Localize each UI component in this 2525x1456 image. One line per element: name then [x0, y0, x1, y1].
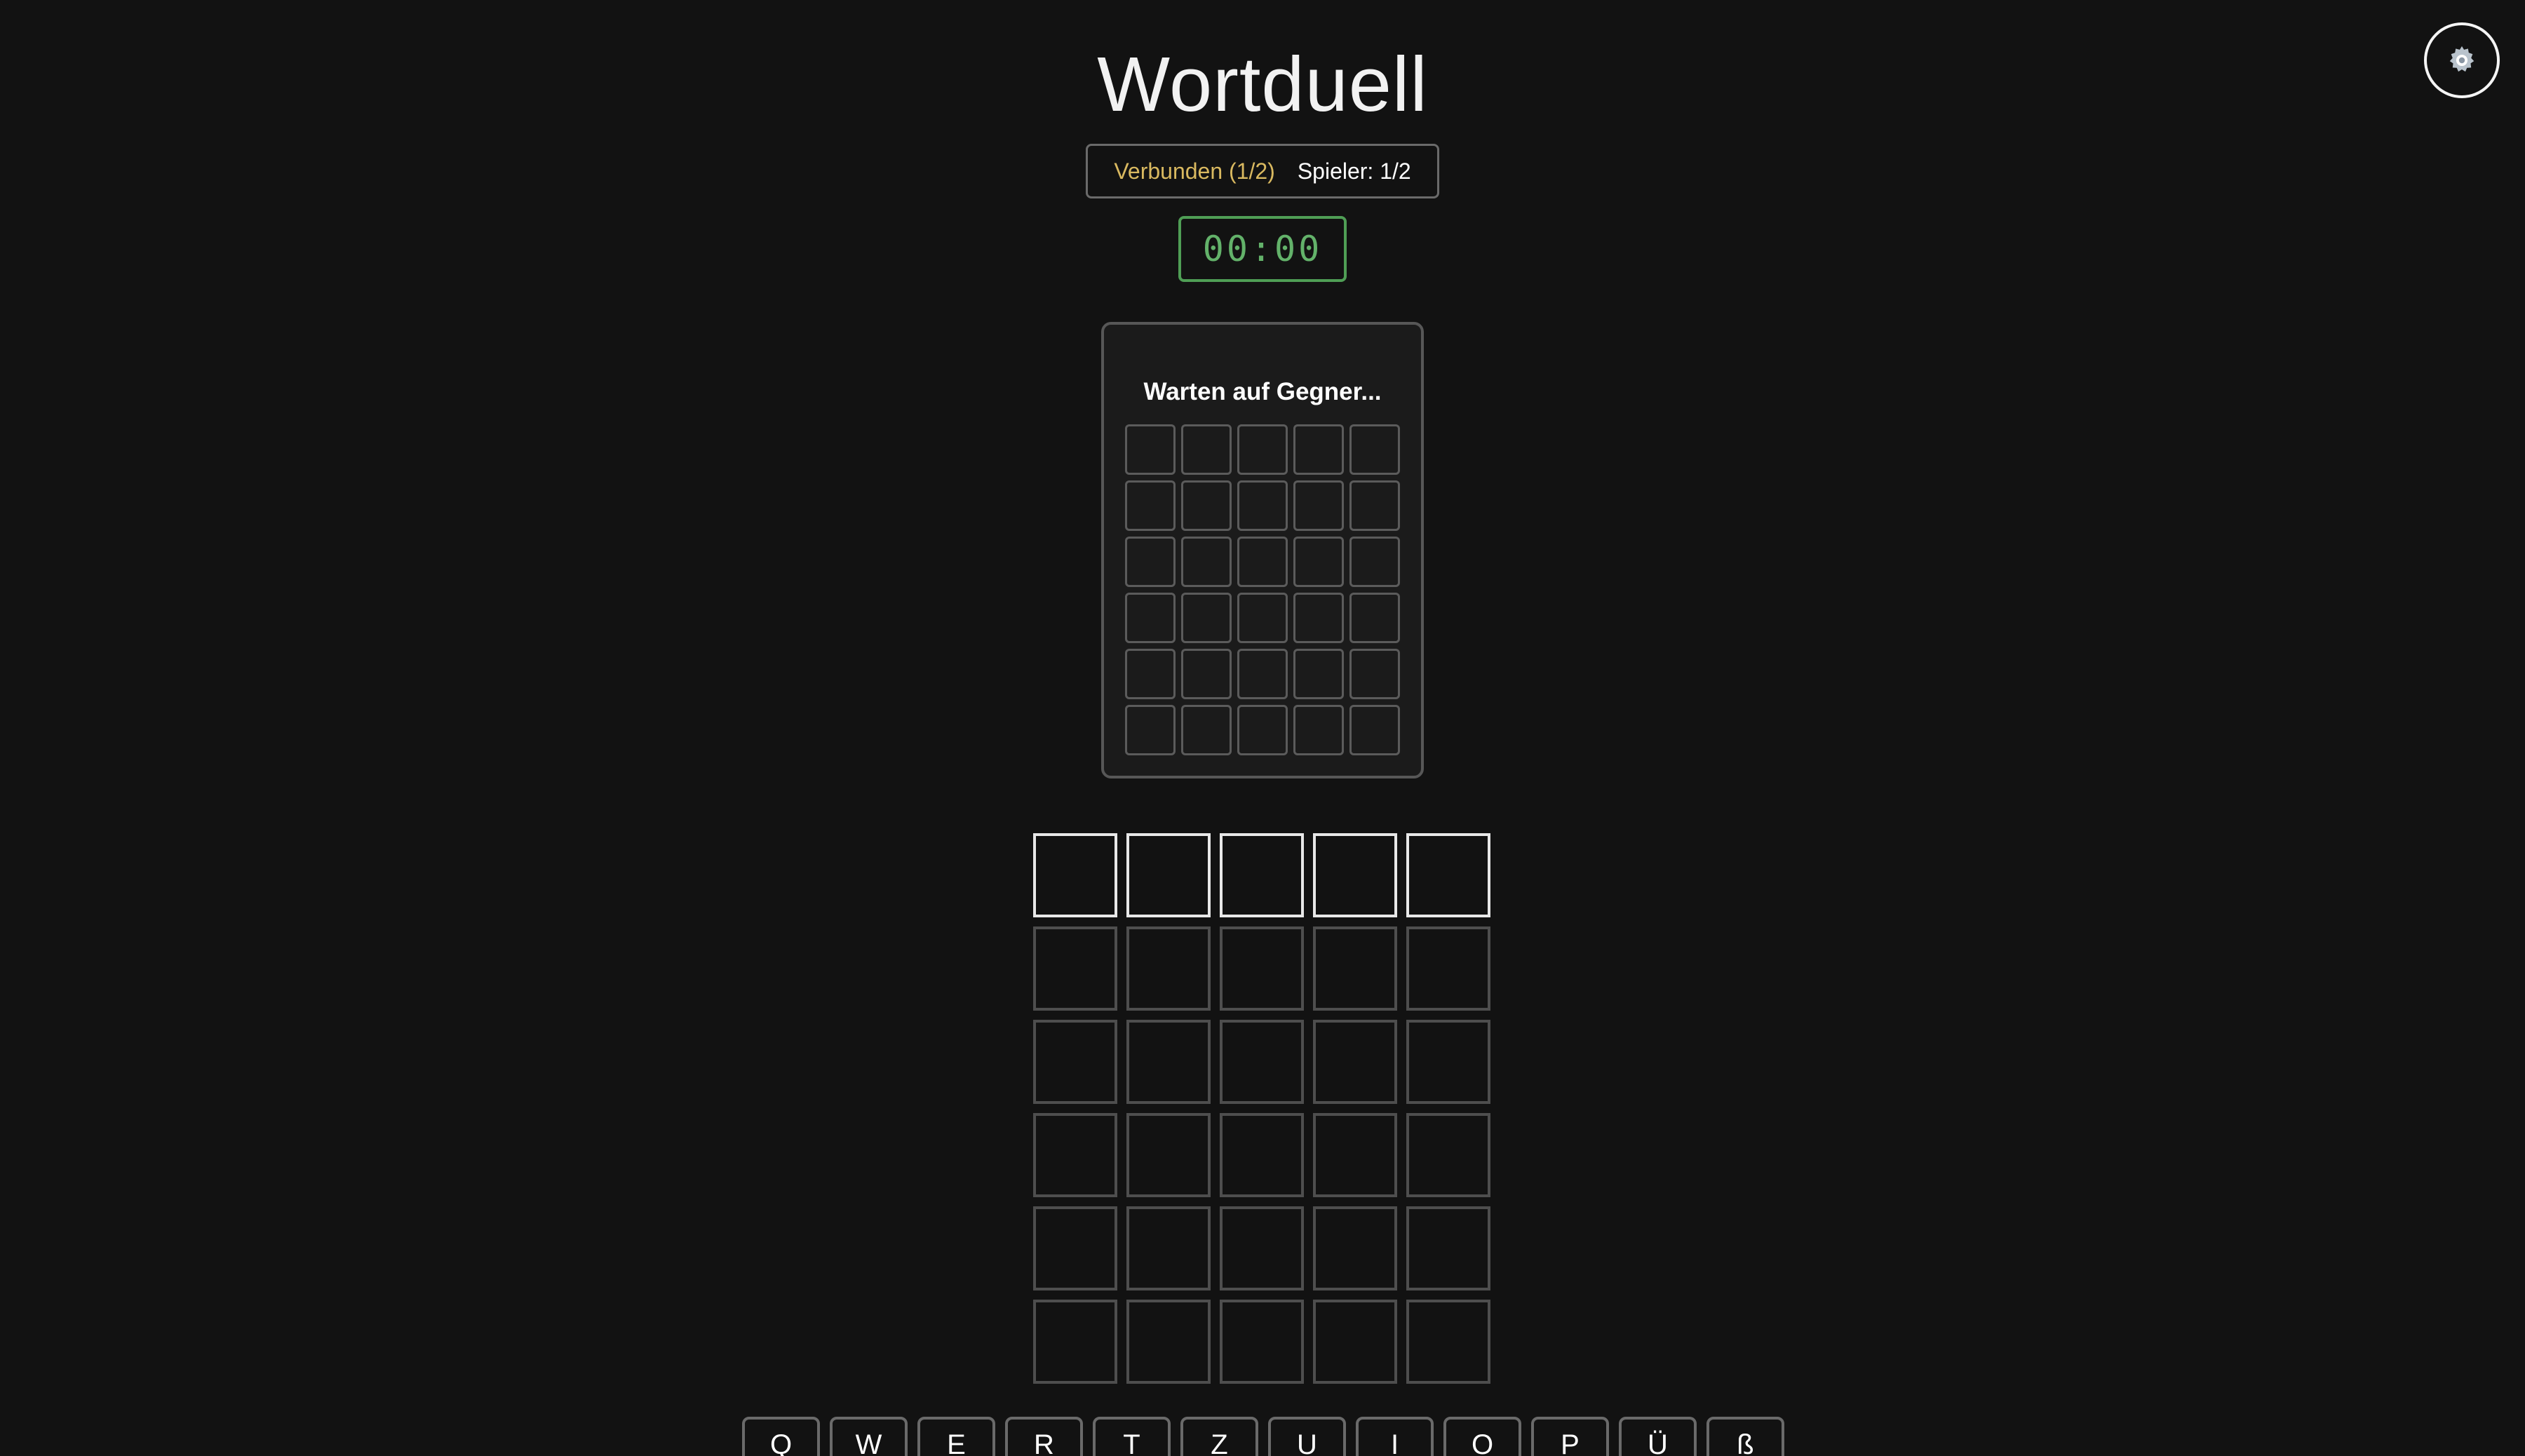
opponent-tile	[1293, 649, 1344, 699]
key-ü[interactable]: Ü	[1619, 1417, 1697, 1456]
key-z[interactable]: Z	[1180, 1417, 1258, 1456]
letter-tile	[1313, 1113, 1397, 1197]
letter-tile	[1126, 926, 1211, 1011]
letter-tile	[1406, 1206, 1490, 1290]
connection-status-bar: Verbunden (1/2) Spieler: 1/2	[1086, 144, 1439, 198]
opponent-tile	[1349, 649, 1400, 699]
key-t[interactable]: T	[1093, 1417, 1171, 1456]
guess-board	[1033, 833, 1490, 1384]
page-title: Wortduell	[1097, 41, 1428, 128]
opponent-tile	[1181, 593, 1232, 643]
player-count: Spieler: 1/2	[1297, 158, 1411, 184]
letter-tile	[1126, 1020, 1211, 1104]
opponent-tile	[1293, 424, 1344, 475]
opponent-tile	[1349, 480, 1400, 531]
letter-tile	[1406, 1113, 1490, 1197]
opponent-tile	[1125, 649, 1176, 699]
letter-tile	[1033, 1206, 1117, 1290]
letter-tile	[1033, 1113, 1117, 1197]
opponent-status-text: Warten auf Gegner...	[1143, 378, 1382, 405]
opponent-tile	[1349, 593, 1400, 643]
letter-tile	[1406, 926, 1490, 1011]
game-timer: 00:00	[1178, 216, 1347, 282]
opponent-tile	[1237, 705, 1288, 755]
settings-button[interactable]	[2424, 22, 2500, 98]
opponent-tile	[1237, 649, 1288, 699]
opponent-tile	[1349, 424, 1400, 475]
letter-tile	[1313, 833, 1397, 917]
opponent-tile	[1181, 537, 1232, 587]
letter-tile	[1313, 1020, 1397, 1104]
key-w[interactable]: W	[830, 1417, 908, 1456]
letter-tile	[1313, 926, 1397, 1011]
letter-tile	[1220, 1020, 1304, 1104]
opponent-tile	[1349, 705, 1400, 755]
letter-tile	[1126, 1300, 1211, 1384]
opponent-tile	[1125, 593, 1176, 643]
opponent-tile	[1181, 480, 1232, 531]
opponent-tile	[1237, 593, 1288, 643]
letter-tile	[1220, 926, 1304, 1011]
key-o[interactable]: O	[1443, 1417, 1521, 1456]
opponent-tile	[1181, 649, 1232, 699]
opponent-board-panel: Warten auf Gegner...	[1101, 322, 1424, 778]
letter-tile	[1220, 1300, 1304, 1384]
letter-tile	[1033, 1300, 1117, 1384]
letter-tile	[1033, 833, 1117, 917]
letter-tile	[1220, 833, 1304, 917]
opponent-tile	[1125, 480, 1176, 531]
opponent-tile	[1293, 593, 1344, 643]
key-u[interactable]: U	[1268, 1417, 1346, 1456]
letter-tile	[1406, 1300, 1490, 1384]
opponent-tile	[1181, 424, 1232, 475]
opponent-tile	[1293, 705, 1344, 755]
opponent-tile	[1349, 537, 1400, 587]
on-screen-keyboard: QWERTZUIOPÜß	[742, 1417, 1784, 1456]
letter-tile	[1033, 1020, 1117, 1104]
opponent-tile	[1293, 537, 1344, 587]
key-p[interactable]: P	[1531, 1417, 1609, 1456]
letter-tile	[1126, 1113, 1211, 1197]
opponent-tile	[1237, 480, 1288, 531]
opponent-tile	[1237, 424, 1288, 475]
opponent-grid	[1125, 424, 1400, 755]
key-ß[interactable]: ß	[1706, 1417, 1784, 1456]
key-r[interactable]: R	[1005, 1417, 1083, 1456]
letter-tile	[1126, 1206, 1211, 1290]
letter-tile	[1220, 1206, 1304, 1290]
letter-tile	[1313, 1300, 1397, 1384]
key-q[interactable]: Q	[742, 1417, 820, 1456]
key-i[interactable]: I	[1356, 1417, 1434, 1456]
letter-tile	[1126, 833, 1211, 917]
letter-tile	[1313, 1206, 1397, 1290]
opponent-tile	[1293, 480, 1344, 531]
opponent-tile	[1125, 537, 1176, 587]
opponent-tile	[1237, 537, 1288, 587]
letter-tile	[1220, 1113, 1304, 1197]
opponent-tile	[1125, 424, 1176, 475]
opponent-tile	[1125, 705, 1176, 755]
letter-tile	[1406, 1020, 1490, 1104]
letter-tile	[1033, 926, 1117, 1011]
connection-status: Verbunden (1/2)	[1114, 158, 1275, 184]
opponent-tile	[1181, 705, 1232, 755]
gear-icon	[2446, 44, 2478, 76]
letter-tile	[1406, 833, 1490, 917]
key-e[interactable]: E	[917, 1417, 995, 1456]
